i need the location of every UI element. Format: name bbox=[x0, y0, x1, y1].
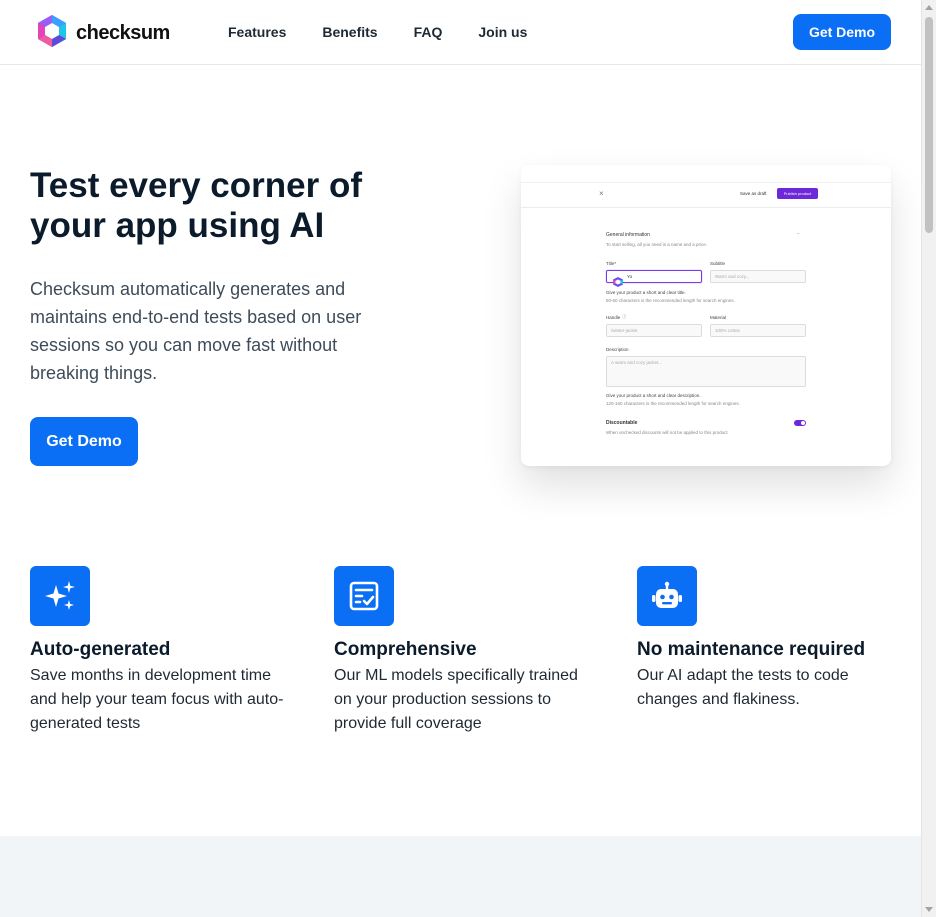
feature-description: Save months in development time and help… bbox=[30, 667, 284, 732]
preview-publish-button: Publish product bbox=[777, 188, 818, 199]
preview-section-hint: To start selling, all you need is a name… bbox=[606, 242, 708, 247]
scroll-up-arrow-icon[interactable] bbox=[925, 5, 933, 10]
preview-material-input: 100% cotton bbox=[710, 324, 806, 337]
preview-subtitle-input: Warm and cozy... bbox=[710, 270, 806, 283]
preview-discountable-label: Discountable bbox=[606, 420, 638, 426]
preview-handle-input: /winter-jacket bbox=[606, 324, 702, 337]
preview-checksum-cursor-icon bbox=[613, 277, 623, 287]
feature-description: Our ML models specifically trained on yo… bbox=[334, 667, 578, 732]
preview-title-value: Yo bbox=[627, 274, 633, 279]
nav-join-us[interactable]: Join us bbox=[478, 24, 527, 40]
hero-get-demo-button[interactable]: Get Demo bbox=[30, 417, 138, 466]
scroll-down-arrow-icon[interactable] bbox=[925, 907, 933, 912]
preview-toolbar: × Save as draft Publish product bbox=[521, 182, 891, 208]
hero-subtitle: Checksum automatically generates and mai… bbox=[30, 279, 362, 383]
preview-collapse-icon: – bbox=[797, 231, 800, 236]
feature-title: No maintenance required bbox=[637, 639, 866, 660]
scrollbar-thumb[interactable] bbox=[925, 17, 933, 233]
checklist-icon bbox=[349, 581, 379, 611]
feature-icon-tile bbox=[637, 566, 697, 626]
preview-save-draft: Save as draft bbox=[740, 191, 767, 196]
nav-features[interactable]: Features bbox=[228, 24, 286, 40]
nav-benefits[interactable]: Benefits bbox=[322, 24, 377, 40]
brand-name: checksum bbox=[76, 22, 170, 44]
preview-description-label: Description bbox=[606, 347, 629, 352]
feature-comprehensive: Comprehensive Our ML models specifically… bbox=[334, 566, 604, 736]
preview-discountable-toggle bbox=[794, 420, 806, 426]
page-scrollbar[interactable] bbox=[921, 0, 936, 917]
sparkles-icon bbox=[45, 581, 75, 610]
next-section-band bbox=[0, 836, 921, 917]
preview-description-input: A warm and cozy jacket... bbox=[606, 356, 806, 387]
preview-description-help-2: 120-160 characters is the recommended le… bbox=[606, 401, 740, 406]
preview-discountable-hint: When unchecked discounts will not be app… bbox=[606, 430, 728, 435]
feature-icon-tile bbox=[30, 566, 90, 626]
feature-title: Comprehensive bbox=[334, 639, 477, 660]
preview-close-icon: × bbox=[599, 189, 604, 198]
feature-description: Our AI adapt the tests to code changes a… bbox=[637, 667, 849, 708]
robot-icon bbox=[652, 581, 682, 608]
preview-info-icon: ⓘ bbox=[622, 314, 627, 319]
feature-no-maintenance: No maintenance required Our AI adapt the… bbox=[637, 566, 907, 712]
header-get-demo-button[interactable]: Get Demo bbox=[793, 14, 891, 50]
preview-title-label: Title* bbox=[606, 261, 617, 266]
preview-material-label: Material bbox=[710, 315, 727, 320]
hero-title: Test every corner of your app using AI bbox=[30, 166, 362, 245]
nav-faq[interactable]: FAQ bbox=[414, 24, 443, 40]
preview-description-help-1: Give your product a short and clear desc… bbox=[606, 393, 701, 398]
site-header: checksum Features Benefits FAQ Join us G… bbox=[0, 0, 921, 65]
product-preview-screenshot: × Save as draft Publish product General … bbox=[521, 165, 891, 466]
preview-handle-label: Handle bbox=[606, 315, 621, 320]
checksum-logo-icon bbox=[36, 14, 68, 53]
feature-icon-tile bbox=[334, 566, 394, 626]
page: checksum Features Benefits FAQ Join us G… bbox=[0, 0, 921, 917]
preview-title-help-2: 50-60 characters is the recommended leng… bbox=[606, 298, 735, 303]
preview-title-help-1: Give your product a short and clear titl… bbox=[606, 290, 686, 295]
preview-subtitle-label: Subtitle bbox=[710, 261, 726, 266]
preview-section-title: General information bbox=[606, 232, 650, 238]
feature-title: Auto-generated bbox=[30, 639, 171, 660]
logo[interactable]: checksum bbox=[36, 14, 170, 53]
main-nav: Features Benefits FAQ Join us bbox=[228, 24, 527, 40]
feature-auto-generated: Auto-generated Save months in developmen… bbox=[30, 566, 300, 736]
